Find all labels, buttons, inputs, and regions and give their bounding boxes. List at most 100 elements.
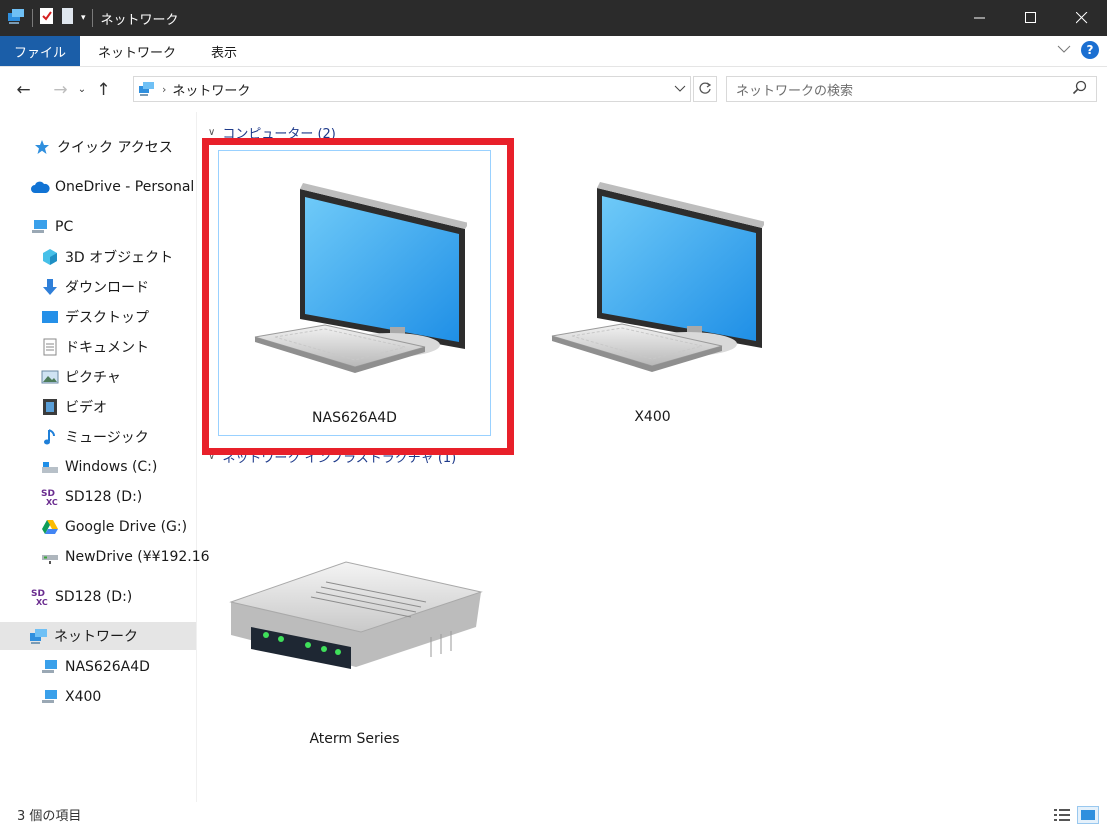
maximize-button[interactable] (1005, 0, 1056, 36)
film-icon (40, 397, 60, 417)
sidebar-item-network[interactable]: ネットワーク (0, 622, 196, 650)
desktop-icon (40, 307, 60, 327)
sidebar-item-label: NewDrive (¥¥192.16 (65, 549, 210, 565)
sidebar-item-sd128-d-root[interactable]: SD XC SD128 (D:) (30, 583, 132, 611)
address-bar[interactable]: › ネットワーク (133, 76, 691, 102)
refresh-button[interactable] (693, 76, 717, 102)
sidebar-item-label: ピクチャ (65, 370, 121, 386)
drive-icon (40, 457, 60, 477)
sidebar-item-label: クイック アクセス (57, 140, 173, 156)
router-icon (226, 557, 488, 681)
sidebar-item-desktop[interactable]: デスクトップ (40, 303, 149, 331)
chevron-down-icon[interactable] (674, 79, 686, 100)
sidebar-item-label: NAS626A4D (65, 659, 150, 675)
sidebar-item-newdrive[interactable]: NewDrive (¥¥192.16 (40, 543, 210, 571)
title-separator (91, 9, 93, 27)
up-arrow-icon[interactable]: ↑ (91, 77, 116, 102)
sidebar-item-quick-access[interactable]: クイック アクセス (32, 133, 173, 161)
search-input[interactable]: ネットワークの検索 (726, 76, 1097, 102)
network-icon (29, 626, 49, 646)
sidebar-item-label: 3D オブジェクト (65, 250, 174, 266)
properties-icon[interactable] (39, 7, 55, 29)
svg-text:XC: XC (46, 498, 58, 507)
network-icon (6, 6, 26, 30)
sidebar-item-label: ビデオ (65, 400, 107, 416)
title-bar: ▾ ネットワーク (0, 0, 1107, 36)
cube-icon (40, 247, 60, 267)
star-icon (32, 137, 52, 157)
sidebar-item-downloads[interactable]: ダウンロード (40, 273, 149, 301)
ribbon-tabs: ファイル ネットワーク 表示 ? (0, 36, 1107, 67)
close-button[interactable] (1056, 0, 1107, 36)
sidebar-item-label: ミュージック (65, 430, 149, 446)
highlight-frame (202, 138, 514, 455)
minimize-button[interactable] (954, 0, 1005, 36)
sidebar-item-label: ドキュメント (65, 340, 149, 356)
recent-locations-icon[interactable]: ⌄ (75, 77, 89, 102)
details-view-icon[interactable] (1051, 806, 1073, 824)
device-name: Aterm Series (309, 731, 400, 747)
search-icon[interactable] (1072, 80, 1088, 100)
sidebar-item-videos[interactable]: ビデオ (40, 393, 107, 421)
expand-ribbon-icon[interactable] (1057, 43, 1071, 57)
navigation-bar: ← → ⌄ ↑ › ネットワーク ネットワークの検索 (0, 67, 1107, 112)
sidebar-item-label: ダウンロード (65, 280, 149, 296)
network-icon (138, 81, 156, 97)
sdxc-icon: SD XC (40, 487, 60, 507)
sidebar-item-sd128-d[interactable]: SD XC SD128 (D:) (40, 483, 142, 511)
computer-icon (40, 657, 60, 677)
network-drive-icon (40, 547, 60, 567)
chevron-down-icon[interactable]: ∨ (208, 127, 215, 138)
tab-network[interactable]: ネットワーク (80, 36, 191, 66)
sidebar-item-label: SD128 (D:) (65, 489, 143, 505)
status-bar: 3 個の項目 (0, 802, 1107, 827)
sidebar-item-3d-objects[interactable]: 3D オブジェクト (40, 243, 173, 271)
pc-icon (30, 217, 50, 237)
breadcrumb[interactable]: ネットワーク (172, 80, 250, 99)
chevron-down-icon[interactable]: ▾ (81, 13, 86, 23)
computer-icon (542, 176, 766, 390)
sidebar-item-documents[interactable]: ドキュメント (40, 333, 149, 361)
sidebar-item-label: PC (55, 219, 74, 235)
sidebar-item-music[interactable]: ミュージック (40, 423, 149, 451)
forward-arrow-icon[interactable]: → (48, 77, 73, 102)
large-icons-view-icon[interactable] (1077, 806, 1099, 824)
sidebar-item-pictures[interactable]: ピクチャ (40, 363, 121, 391)
document-icon (40, 337, 60, 357)
computer-name: X400 (634, 409, 671, 425)
sidebar-item-label: Google Drive (G:) (65, 519, 188, 535)
music-note-icon (40, 427, 60, 447)
help-icon[interactable]: ? (1081, 41, 1099, 59)
tab-file[interactable]: ファイル (0, 36, 81, 66)
cloud-icon (30, 177, 50, 197)
sidebar-item-label: Windows (C:) (65, 459, 158, 475)
back-arrow-icon[interactable]: ← (11, 77, 36, 102)
computer-icon (40, 687, 60, 707)
svg-text:XC: XC (36, 598, 48, 607)
new-folder-icon[interactable] (61, 7, 75, 29)
sidebar-item-pc[interactable]: PC (30, 213, 73, 241)
picture-icon (40, 367, 60, 387)
sidebar-item-google-drive[interactable]: Google Drive (G:) (40, 513, 187, 541)
item-count: 3 個の項目 (17, 809, 82, 824)
sidebar-item-label: SD128 (D:) (55, 589, 133, 605)
sidebar-item-label: X400 (65, 689, 102, 705)
breadcrumb-chevron-icon[interactable]: › (162, 83, 166, 96)
sidebar-item-label: ネットワーク (54, 629, 138, 645)
sidebar-item-label: OneDrive - Personal (55, 179, 195, 195)
sdxc-icon: SD XC (30, 587, 50, 607)
sidebar-item-x400[interactable]: X400 (40, 683, 101, 711)
device-tile-aterm-series[interactable]: Aterm Series (218, 472, 491, 762)
title-separator (32, 9, 33, 27)
navigation-pane: クイック アクセス OneDrive - Personal PC 3D オブジェ… (0, 112, 210, 802)
tab-view[interactable]: 表示 (191, 36, 252, 66)
sidebar-item-label: デスクトップ (65, 310, 149, 326)
download-arrow-icon (40, 277, 60, 297)
sidebar-item-nas626a4d[interactable]: NAS626A4D (40, 653, 150, 681)
search-placeholder: ネットワークの検索 (736, 83, 854, 99)
computer-tile-x400[interactable]: X400 (516, 150, 789, 436)
sidebar-item-onedrive[interactable]: OneDrive - Personal (30, 173, 194, 201)
window-title: ネットワーク (100, 12, 179, 28)
google-drive-icon (40, 517, 60, 537)
sidebar-item-windows-c[interactable]: Windows (C:) (40, 453, 157, 481)
